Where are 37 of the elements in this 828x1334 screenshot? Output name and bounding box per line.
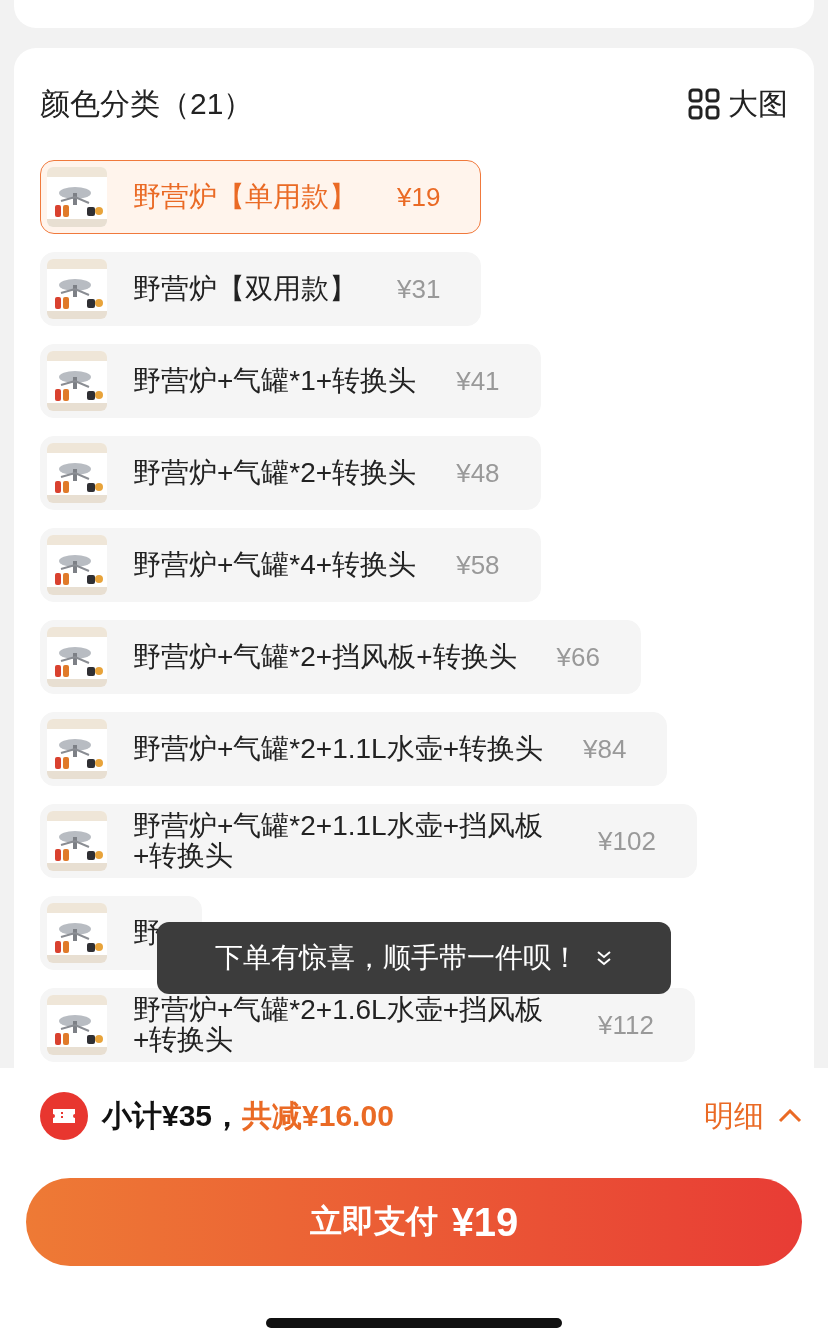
option-label: 野营炉+气罐*2+1.6L水壶+挡风板+转换头 [133, 995, 545, 1055]
option-price: ¥112 [598, 1009, 654, 1041]
option-price: ¥48 [456, 457, 500, 489]
option-label: 野营炉+气罐*2+1.1L水壶+转换头 [133, 734, 544, 764]
option-label: 野营炉+气罐*1+转换头 [133, 366, 417, 396]
option-price: ¥41 [456, 365, 500, 397]
option-chip[interactable]: 野营炉+气罐*2+转换头 ¥48 [40, 436, 541, 510]
option-label: 野营炉+气罐*2+转换头 [133, 458, 417, 488]
option-label: 野营炉【双用款】 [133, 274, 357, 304]
option-price: ¥84 [583, 733, 627, 765]
grid-icon [688, 88, 720, 120]
pay-button[interactable]: 立即支付 ¥19 [26, 1178, 802, 1266]
option-price: ¥31 [397, 273, 441, 305]
option-label: 野 [133, 918, 161, 948]
discount-text: 共减¥16.00 [242, 1097, 394, 1134]
option-price: ¥66 [556, 641, 600, 673]
section-title: 颜色分类（21） [40, 85, 254, 122]
option-label: 野营炉+气罐*4+转换头 [133, 550, 417, 580]
option-chip[interactable]: 野营炉【双用款】 ¥31 [40, 252, 482, 326]
option-chip[interactable]: 野营炉+气罐*1+转换头 ¥41 [40, 344, 541, 418]
coupon-icon [40, 1092, 88, 1140]
option-chip[interactable]: 野营炉+气罐*2+1.1L水壶+转换头 ¥84 [40, 712, 668, 786]
toast-text: 下单有惊喜，顺手带一件呗！ [215, 941, 579, 975]
option-chip[interactable]: 野营炉+气罐*2+1.1L水壶+挡风板+转换头 ¥102 [40, 804, 697, 878]
option-chip[interactable]: 野营炉+气罐*2+1.6L水壶+挡风板+转换头 ¥112 [40, 988, 695, 1062]
large-image-toggle[interactable]: 大图 [688, 83, 788, 125]
option-price: ¥19 [397, 181, 441, 213]
option-chip[interactable]: 野营炉+气罐*4+转换头 ¥58 [40, 528, 541, 602]
double-chevron-down-icon [595, 949, 613, 967]
option-label: 野营炉【单用款】 [133, 182, 357, 212]
option-chip[interactable]: 野营炉+气罐*2+挡风板+转换头 ¥66 [40, 620, 641, 694]
option-price: ¥102 [598, 825, 656, 857]
subtotal-text: 小计¥35， [102, 1097, 243, 1134]
option-price: ¥58 [456, 549, 500, 581]
chevron-up-icon [778, 1109, 802, 1123]
option-label: 野营炉+气罐*2+挡风板+转换头 [133, 642, 517, 672]
option-label: 野营炉+气罐*2+1.1L水壶+挡风板+转换头 [133, 811, 545, 871]
